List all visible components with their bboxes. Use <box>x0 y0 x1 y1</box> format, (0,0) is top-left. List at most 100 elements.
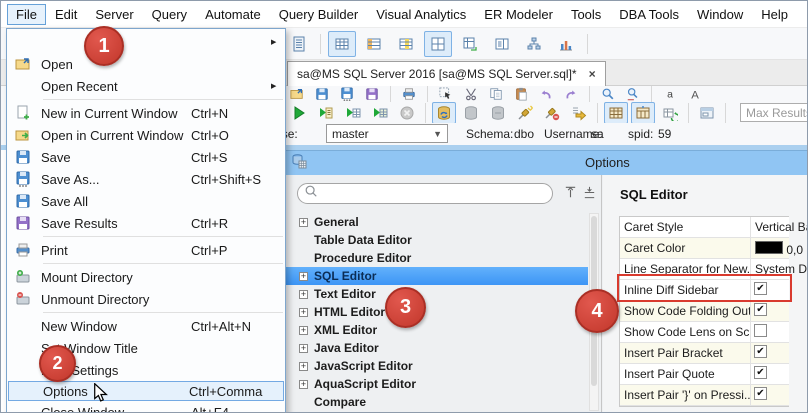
floppy-button[interactable] <box>312 85 332 103</box>
cut-button[interactable] <box>461 85 481 103</box>
file-menu-item-save-as[interactable]: Save As... Ctrl+Shift+S <box>7 168 285 190</box>
menu-query-builder[interactable]: Query Builder <box>270 4 367 25</box>
tree-item-java-editor[interactable]: + Java Editor <box>285 339 588 357</box>
commit-button[interactable] <box>567 102 591 124</box>
bar-chart-button[interactable] <box>552 31 580 57</box>
table-left-button[interactable] <box>360 31 388 57</box>
tab-close-icon[interactable]: × <box>589 67 596 81</box>
file-menu-item-new-window[interactable]: New Window Ctrl+Alt+N <box>7 315 285 337</box>
setting-value[interactable]: ✔ <box>751 385 789 405</box>
menu-edit[interactable]: Edit <box>46 4 86 25</box>
file-menu-item-open[interactable]: Open <box>7 53 285 75</box>
file-menu-item-save[interactable]: Save Ctrl+S <box>7 146 285 168</box>
report-design-button[interactable] <box>285 31 313 57</box>
checkbox-checked[interactable]: ✔ <box>754 282 767 295</box>
file-menu-item-save-results[interactable]: Save Results Ctrl+R <box>7 212 285 234</box>
file-menu-item-close-window[interactable]: Close Window Alt+F4 <box>7 401 285 413</box>
grid-sync-button[interactable] <box>456 31 484 57</box>
undo-button[interactable] <box>536 85 556 103</box>
setting-value[interactable]: ✔ <box>751 364 789 384</box>
checkbox-unchecked[interactable] <box>754 324 767 337</box>
tree-item-general[interactable]: + General <box>285 213 588 231</box>
file-menu-item-save-all[interactable]: Save All <box>7 190 285 212</box>
tree-expander-icon[interactable]: + <box>299 289 308 299</box>
database-dropdown[interactable]: master ▼ <box>326 124 448 143</box>
setting-value[interactable]: ✔ <box>751 343 789 363</box>
tree-expander-icon[interactable]: + <box>299 343 308 353</box>
file-menu-item-open-recent[interactable]: Open Recent ▶ <box>7 75 285 97</box>
menu-query[interactable]: Query <box>143 4 196 25</box>
setting-value[interactable]: ✔ <box>751 280 789 300</box>
table-col-button[interactable] <box>392 31 420 57</box>
menu-automate[interactable]: Automate <box>196 4 270 25</box>
file-menu-item-unmount-directory[interactable]: Unmount Directory <box>7 288 285 310</box>
checkbox-checked[interactable]: ✔ <box>754 387 767 400</box>
connect-button[interactable] <box>513 102 537 124</box>
tree-item-procedure-editor[interactable]: Procedure Editor <box>285 249 588 267</box>
menu-dba-tools[interactable]: DBA Tools <box>610 4 688 25</box>
editor-tab[interactable]: sa@MS SQL Server 2016 [sa@MS SQL Server.… <box>287 61 606 86</box>
tree-expander-icon[interactable]: + <box>299 325 308 335</box>
color-swatch[interactable] <box>755 241 783 254</box>
tree-item-text-editor[interactable]: + Text Editor <box>285 285 588 303</box>
expand-all-icon[interactable] <box>563 185 578 205</box>
tree-expander-icon[interactable]: + <box>299 307 308 317</box>
run-button[interactable] <box>287 102 311 124</box>
db-gray-button[interactable] <box>459 102 483 124</box>
collapse-all-icon[interactable] <box>582 185 597 205</box>
run-table-button[interactable] <box>368 102 392 124</box>
menu-server[interactable]: Server <box>86 4 142 25</box>
file-menu-item-new-in-current-window[interactable]: New in Current Window Ctrl+N <box>7 102 285 124</box>
disconnect-button[interactable] <box>540 102 564 124</box>
grid-large-button[interactable] <box>424 30 452 57</box>
tree-expander-icon[interactable]: + <box>299 217 308 227</box>
menu-tools[interactable]: Tools <box>562 4 610 25</box>
file-menu-item-options[interactable]: Options Ctrl+Comma <box>8 381 284 401</box>
options-search-input[interactable] <box>322 185 546 202</box>
tree-item-table-data-editor[interactable]: Table Data Editor <box>285 231 588 249</box>
tree-item-html-editor[interactable]: + HTML Editor <box>285 303 588 321</box>
select-cursor-button[interactable] <box>436 85 456 103</box>
setting-value[interactable] <box>751 322 789 342</box>
tree-expander-icon[interactable]: + <box>299 271 308 281</box>
run-script-button[interactable] <box>314 102 338 124</box>
copy-button[interactable] <box>486 85 506 103</box>
printer-button[interactable] <box>399 85 419 103</box>
menu-visual-analytics[interactable]: Visual Analytics <box>367 4 475 25</box>
setting-value[interactable]: Vertical Ba <box>751 217 807 237</box>
options-dialog-titlebar[interactable]: Options <box>285 151 807 175</box>
file-menu-item-print[interactable]: Print Ctrl+P <box>7 239 285 261</box>
tree-item-sql-editor[interactable]: + SQL Editor <box>285 267 588 285</box>
table-grid-button[interactable] <box>328 30 356 57</box>
db-gray2-button[interactable] <box>486 102 510 124</box>
options-search-box[interactable] <box>297 183 553 204</box>
checkbox-checked[interactable]: ✔ <box>754 345 767 358</box>
case-upper-button[interactable]: A <box>685 85 705 103</box>
floppy-as-button[interactable] <box>337 85 357 103</box>
result-grid-button[interactable] <box>604 101 628 124</box>
file-menu-item-open-in-current-window[interactable]: Open in Current Window Ctrl+O <box>7 124 285 146</box>
menu-file[interactable]: File <box>7 3 46 25</box>
menu-help[interactable]: Help <box>752 4 797 25</box>
run-grid-button[interactable] <box>341 102 365 124</box>
window-export-button[interactable] <box>695 102 719 124</box>
max-results-input[interactable] <box>740 103 807 122</box>
tree-item-javascript-editor[interactable]: + JavaScript Editor <box>285 357 588 375</box>
menu-window[interactable]: Window <box>688 4 752 25</box>
list-view-button[interactable] <box>488 31 516 57</box>
checkbox-checked[interactable]: ✔ <box>754 366 767 379</box>
paste-button[interactable] <box>511 85 531 103</box>
db-refresh-button[interactable] <box>432 101 456 124</box>
case-lower-button[interactable]: a <box>660 85 680 103</box>
menu-er-modeler[interactable]: ER Modeler <box>475 4 562 25</box>
setting-value[interactable]: 0,0 <box>751 238 803 258</box>
find-button[interactable] <box>598 85 618 103</box>
folder-open-button[interactable] <box>287 85 307 103</box>
checkbox-checked[interactable]: ✔ <box>754 303 767 316</box>
redo-button[interactable] <box>561 85 581 103</box>
org-chart-button[interactable] <box>520 31 548 57</box>
stop-button[interactable] <box>395 102 419 124</box>
file-menu-item-blank[interactable]: ▶ <box>7 31 285 53</box>
floppy-results-button[interactable] <box>362 85 382 103</box>
tree-item-xml-editor[interactable]: + XML Editor <box>285 321 588 339</box>
